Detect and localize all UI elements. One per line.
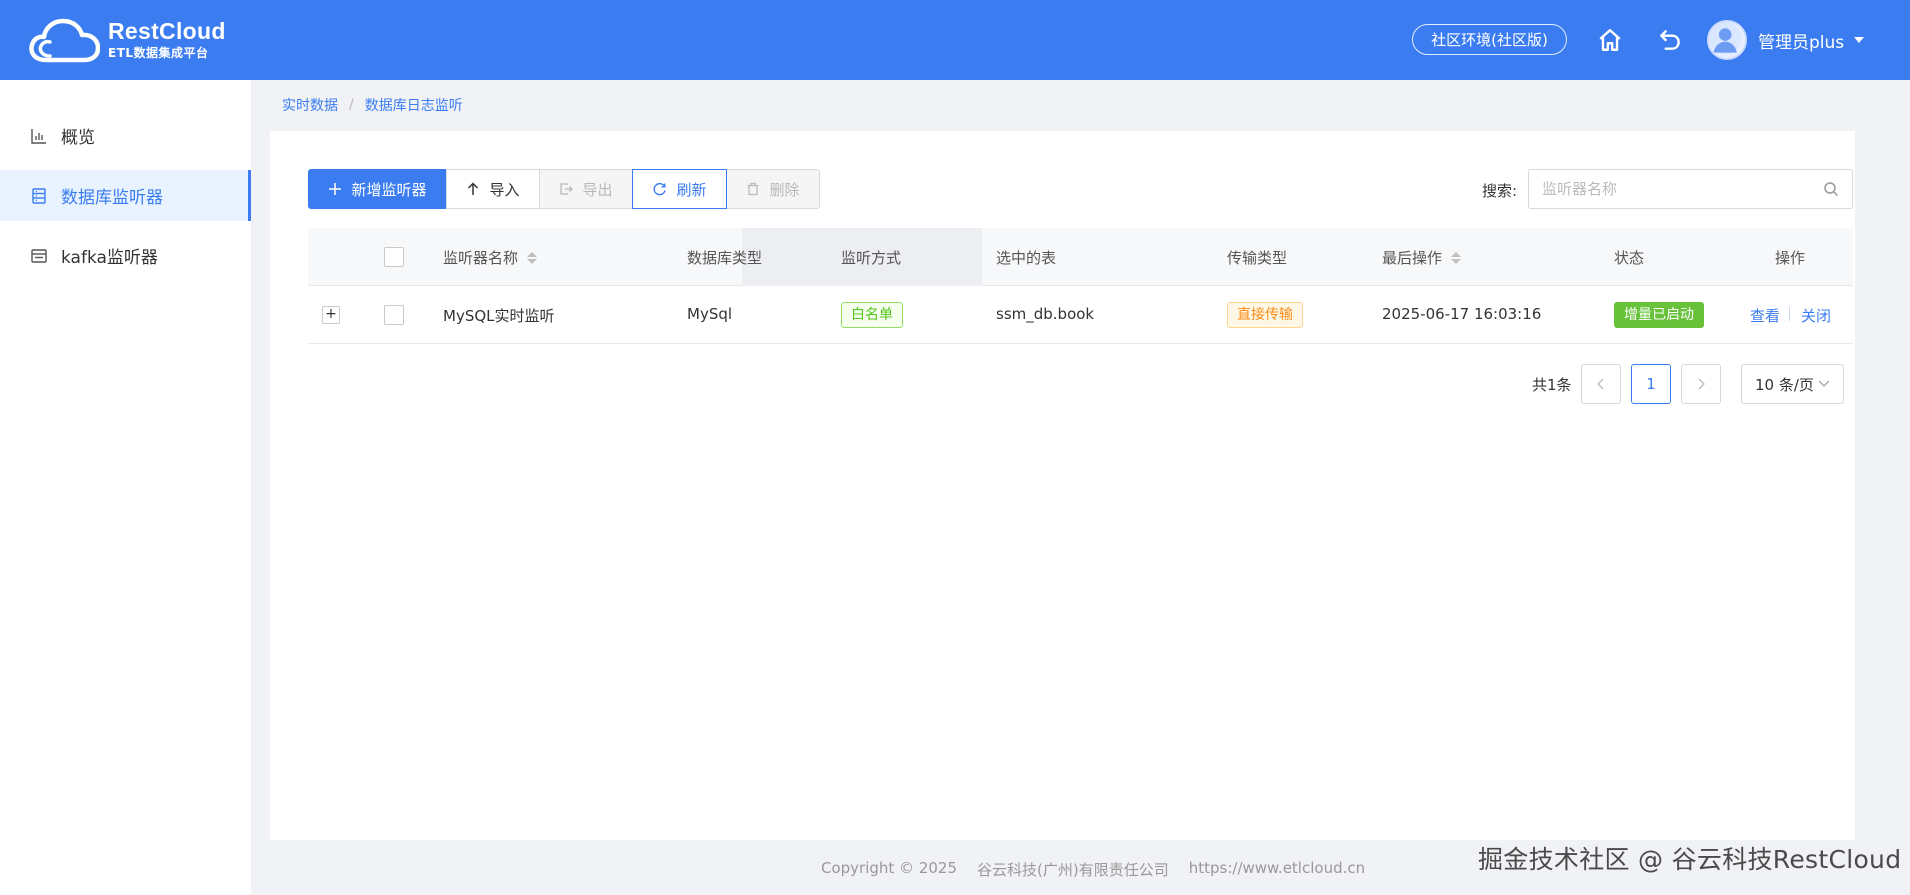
- delete-label: 删除: [769, 180, 800, 199]
- chevron-down-icon: [1818, 380, 1830, 388]
- table-header: 监听器名称 数据库类型 监听方式 选中的表 传输类型 最后操作 状态 操作: [308, 228, 1853, 286]
- column-header-transfer-type: 传输类型: [1227, 249, 1288, 267]
- undo-icon[interactable]: [1656, 26, 1684, 54]
- chevron-right-icon: [1698, 378, 1705, 390]
- sidebar-item-label: 概览: [61, 128, 95, 148]
- sidebar-item-overview[interactable]: 概览: [0, 110, 251, 161]
- arrow-up-icon: [466, 182, 480, 196]
- column-label: 监听器名称: [443, 249, 519, 267]
- refresh-icon: [652, 182, 667, 197]
- kafka-icon: [30, 247, 48, 265]
- search-label: 搜索:: [1482, 182, 1518, 200]
- user-name[interactable]: 管理员plus: [1758, 28, 1844, 53]
- bar-chart-icon: [30, 127, 48, 145]
- pagination-total: 共1条: [1532, 376, 1572, 394]
- environment-badge[interactable]: 社区环境(社区版): [1412, 24, 1567, 55]
- export-label: 导出: [582, 180, 613, 199]
- refresh-label: 刷新: [676, 180, 707, 199]
- view-link[interactable]: 查看: [1750, 305, 1780, 326]
- column-header-db-type: 数据库类型: [687, 249, 763, 267]
- refresh-button[interactable]: 刷新: [632, 169, 727, 209]
- breadcrumb-item-db-log[interactable]: 数据库日志监听: [365, 95, 463, 115]
- cell-last-op: 2025-06-17 16:03:16: [1382, 305, 1542, 323]
- sidebar: 概览 数据库监听器 kafka监听器: [0, 80, 251, 895]
- prev-page-button[interactable]: [1581, 364, 1621, 404]
- logo-title: RestCloud: [108, 18, 226, 44]
- import-button[interactable]: 导入: [446, 169, 540, 209]
- sidebar-item-kafka-listener[interactable]: kafka监听器: [0, 230, 251, 281]
- sidebar-item-database-listener[interactable]: 数据库监听器: [0, 170, 251, 221]
- column-label: 最后操作: [1382, 249, 1443, 267]
- delete-button[interactable]: 删除: [726, 169, 820, 209]
- user-avatar[interactable]: [1707, 20, 1747, 60]
- add-listener-label: 新增监听器: [351, 180, 427, 199]
- top-header: RestCloud ETL数据集成平台 社区环境(社区版) 管理员plus: [0, 0, 1910, 80]
- export-button[interactable]: 导出: [539, 169, 633, 209]
- page-1-button[interactable]: 1: [1631, 364, 1671, 404]
- transfer-type-tag: 直接传输: [1227, 302, 1303, 328]
- sort-icon[interactable]: [527, 251, 538, 264]
- breadcrumb-separator: /: [349, 97, 354, 113]
- trash-icon: [746, 182, 760, 196]
- footer-company: 谷云科技(广州)有限责任公司: [977, 861, 1169, 879]
- column-header-status: 状态: [1614, 249, 1645, 267]
- logo[interactable]: RestCloud ETL数据集成平台: [28, 14, 226, 66]
- select-all-checkbox[interactable]: [384, 247, 404, 267]
- page-size-select[interactable]: 10 条/页: [1741, 364, 1844, 404]
- cloud-logo-icon: [29, 18, 100, 63]
- column-header-listen-mode: 监听方式: [841, 249, 902, 267]
- footer-url[interactable]: https://www.etlcloud.cn: [1189, 859, 1365, 880]
- column-header-last-op[interactable]: 最后操作: [1382, 247, 1462, 268]
- database-icon: [30, 187, 48, 205]
- listen-mode-tag: 白名单: [841, 302, 903, 328]
- footer-copyright: Copyright © 2025: [821, 859, 958, 877]
- row-checkbox[interactable]: [384, 305, 404, 325]
- search-icon[interactable]: [1823, 181, 1839, 197]
- search-box: [1528, 169, 1853, 209]
- cell-tables: ssm_db.book: [996, 305, 1095, 323]
- status-badge: 增量已启动: [1614, 302, 1704, 328]
- home-icon[interactable]: [1596, 26, 1624, 54]
- page-size-label: 10 条/页: [1755, 375, 1814, 394]
- caret-down-icon[interactable]: [1854, 37, 1864, 43]
- table-row: + MySQL实时监听 MySql 白名单 ssm_db.book 直接传输 2…: [308, 286, 1853, 344]
- toolbar: 新增监听器 导入 导出 刷新 删除: [308, 169, 820, 209]
- action-separator: [1789, 307, 1790, 321]
- expand-row-button[interactable]: +: [322, 306, 340, 324]
- add-listener-button[interactable]: 新增监听器: [308, 169, 447, 209]
- footer: Copyright © 2025 谷云科技(广州)有限责任公司 https://…: [821, 859, 1365, 880]
- close-link[interactable]: 关闭: [1801, 305, 1831, 326]
- column-header-tables: 选中的表: [996, 249, 1057, 267]
- breadcrumb-item-realtime[interactable]: 实时数据: [282, 95, 338, 115]
- sidebar-item-label: 数据库监听器: [61, 188, 163, 208]
- logo-subtitle: ETL数据集成平台: [108, 46, 209, 60]
- column-header-name[interactable]: 监听器名称: [443, 247, 538, 268]
- chevron-left-icon: [1597, 378, 1604, 390]
- watermark: 掘金技术社区 @ 谷云科技RestCloud: [1478, 845, 1902, 874]
- next-page-button[interactable]: [1681, 364, 1721, 404]
- export-icon: [559, 182, 574, 196]
- import-label: 导入: [489, 180, 520, 199]
- column-header-actions: 操作: [1775, 249, 1806, 267]
- breadcrumb: 实时数据 / 数据库日志监听: [282, 95, 463, 115]
- plus-icon: [328, 182, 342, 196]
- sort-icon[interactable]: [1451, 251, 1462, 264]
- cell-name: MySQL实时监听: [443, 307, 555, 325]
- search-input[interactable]: [1529, 170, 1799, 208]
- cell-db-type: MySql: [687, 305, 733, 323]
- sidebar-item-label: kafka监听器: [61, 248, 158, 268]
